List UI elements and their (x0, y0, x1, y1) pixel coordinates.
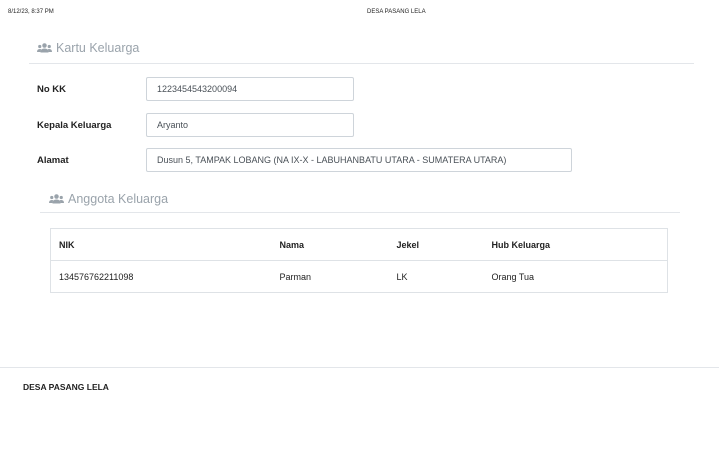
no-kk-label: No KK (37, 84, 67, 95)
users-icon (49, 194, 64, 204)
print-title: DESA PASANG LELA (367, 9, 426, 15)
footer-divider (0, 367, 719, 368)
print-header: 8/12/23, 8:37 PM DESA PASANG LELA (0, 9, 719, 21)
anggota-keluarga-table: NIK Nama Jekel Hub Keluarga 134576762211… (50, 228, 668, 293)
column-header-hub-keluarga: Hub Keluarga (483, 228, 668, 261)
cell-nama: Parman (271, 260, 389, 293)
table-header-row: NIK Nama Jekel Hub Keluarga (50, 228, 668, 261)
cell-jekel: LK (388, 260, 484, 293)
divider (40, 212, 680, 213)
kepala-keluarga-field[interactable]: Aryanto (146, 113, 354, 137)
kartu-keluarga-heading: Kartu Keluarga (37, 41, 139, 55)
footer-text: DESA PASANG LELA (23, 382, 109, 392)
no-kk-field[interactable]: 1223454543200094 (146, 77, 354, 101)
kepala-keluarga-label: Kepala Keluarga (37, 120, 112, 131)
cell-hub-keluarga: Orang Tua (483, 260, 668, 293)
print-datetime: 8/12/23, 8:37 PM (8, 9, 54, 15)
anggota-keluarga-title: Anggota Keluarga (68, 192, 169, 206)
cell-nik: 134576762211098 (50, 260, 272, 293)
kartu-keluarga-title: Kartu Keluarga (56, 41, 140, 55)
divider (29, 63, 694, 64)
users-icon (37, 43, 52, 53)
alamat-field[interactable]: Dusun 5, TAMPAK LOBANG (NA IX-X - LABUHA… (146, 148, 572, 172)
column-header-nama: Nama (271, 228, 389, 261)
alamat-label: Alamat (37, 155, 69, 166)
table-row: 134576762211098 Parman LK Orang Tua (50, 260, 668, 293)
column-header-jekel: Jekel (388, 228, 484, 261)
anggota-keluarga-heading: Anggota Keluarga (49, 192, 168, 206)
column-header-nik: NIK (50, 228, 272, 261)
